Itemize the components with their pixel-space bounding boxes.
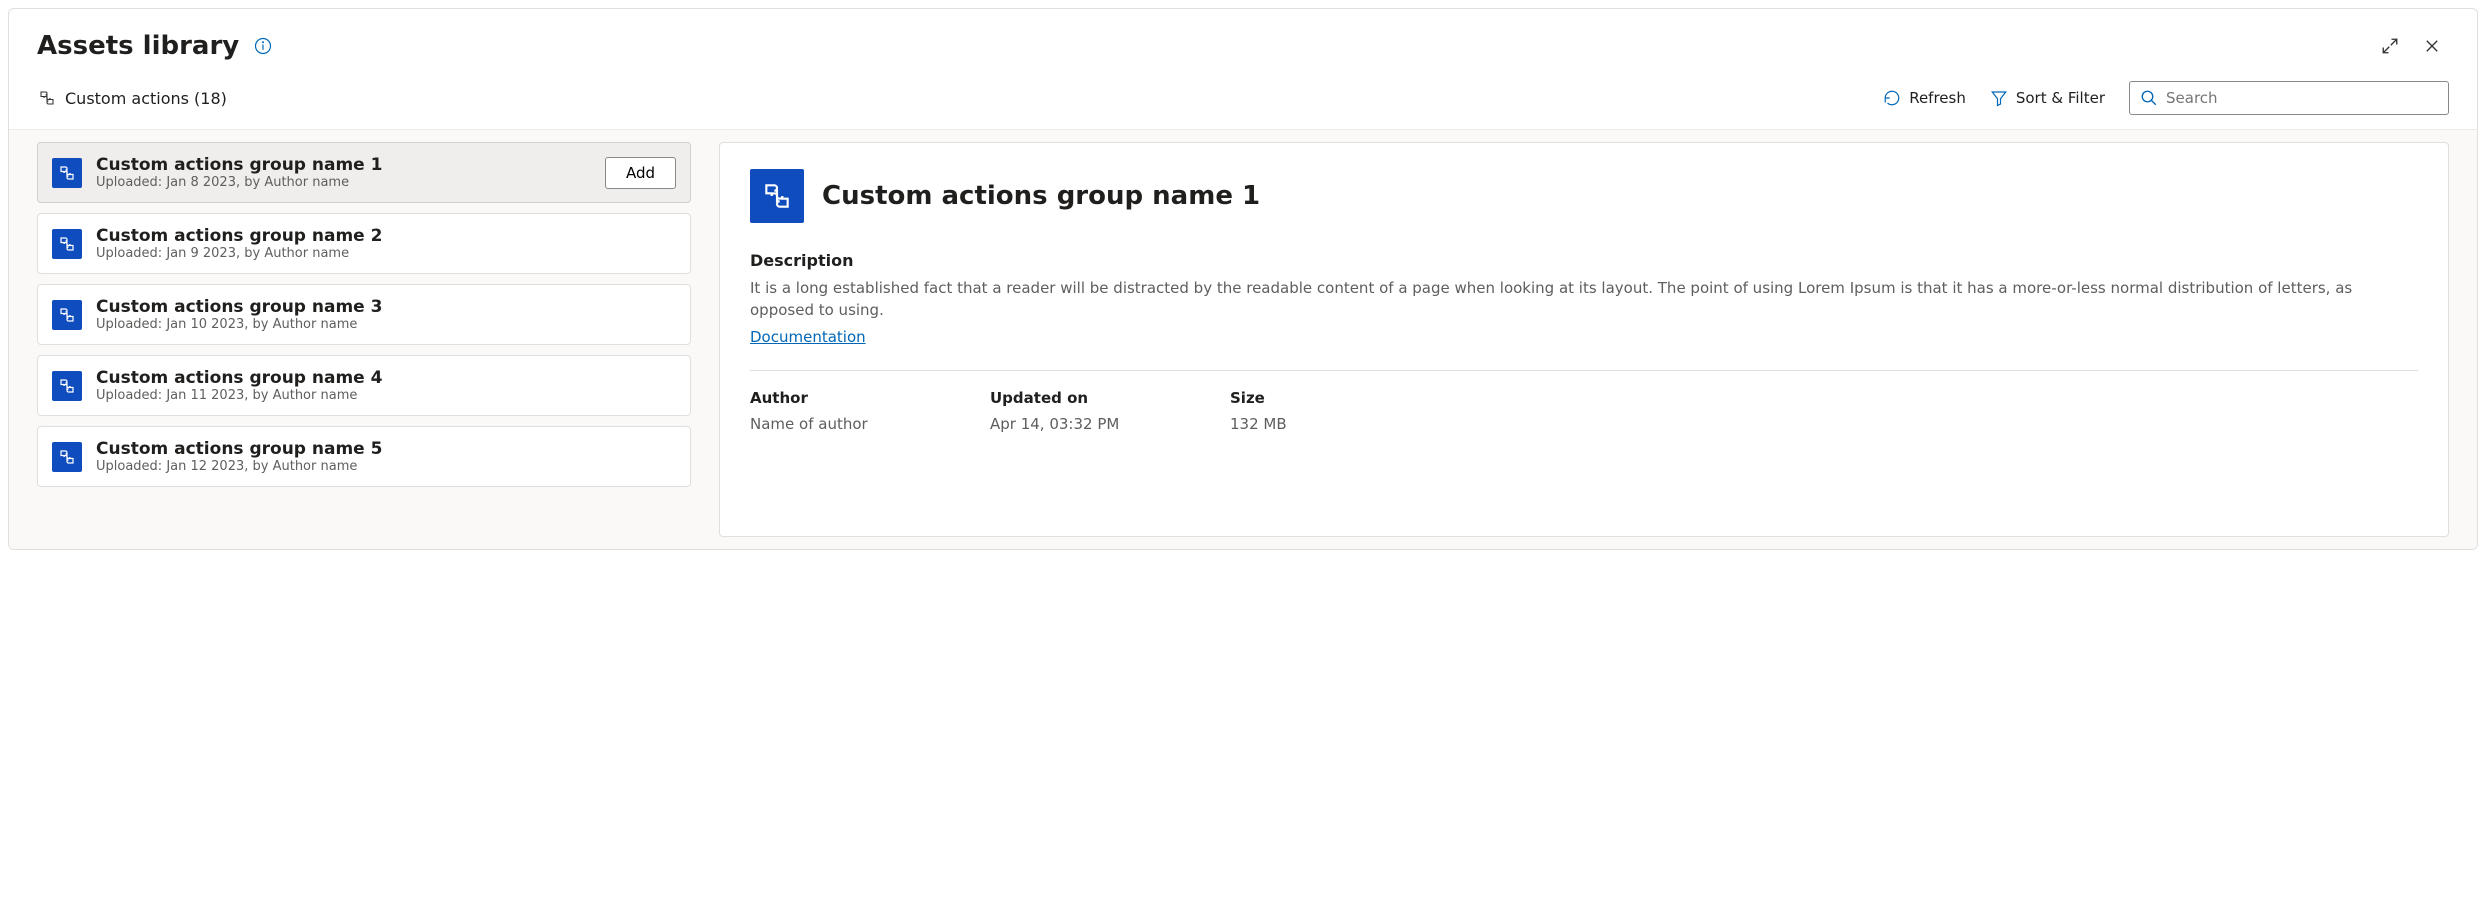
- meta-row: Author Name of author Updated on Apr 14,…: [750, 389, 2418, 433]
- puzzle-icon: [52, 442, 82, 472]
- item-subtitle: Uploaded: Jan 10 2023, by Author name: [96, 317, 676, 332]
- sort-filter-label: Sort & Filter: [2016, 89, 2105, 107]
- item-title: Custom actions group name 4: [96, 368, 676, 388]
- assets-library-panel: Assets library Custom actions (18): [8, 8, 2478, 550]
- puzzle-icon: [52, 371, 82, 401]
- search-box[interactable]: [2129, 81, 2449, 115]
- puzzle-icon: [52, 300, 82, 330]
- divider: [750, 370, 2418, 371]
- tab-label: Custom actions (18): [65, 89, 227, 108]
- list-item[interactable]: Custom actions group name 3Uploaded: Jan…: [37, 284, 691, 345]
- author-label: Author: [750, 389, 930, 407]
- expand-icon[interactable]: [2373, 29, 2407, 63]
- item-subtitle: Uploaded: Jan 11 2023, by Author name: [96, 388, 676, 403]
- detail-title: Custom actions group name 1: [822, 181, 1260, 211]
- sort-filter-button[interactable]: Sort & Filter: [1990, 89, 2105, 107]
- updated-label: Updated on: [990, 389, 1170, 407]
- updated-value: Apr 14, 03:32 PM: [990, 415, 1170, 433]
- description-text: It is a long established fact that a rea…: [750, 278, 2418, 322]
- toolbar: Custom actions (18) Refresh Sort & Filte…: [9, 63, 2477, 129]
- puzzle-icon: [52, 229, 82, 259]
- author-value: Name of author: [750, 415, 930, 433]
- search-icon: [2140, 89, 2158, 107]
- list-item[interactable]: Custom actions group name 2Uploaded: Jan…: [37, 213, 691, 274]
- item-title: Custom actions group name 2: [96, 226, 676, 246]
- puzzle-icon: [37, 88, 57, 108]
- content-area: Custom actions group name 1Uploaded: Jan…: [9, 129, 2477, 549]
- panel-header: Assets library: [9, 9, 2477, 63]
- detail-header: Custom actions group name 1: [750, 169, 2418, 223]
- search-input[interactable]: [2166, 89, 2438, 107]
- info-icon[interactable]: [253, 36, 273, 56]
- item-title: Custom actions group name 1: [96, 155, 591, 175]
- size-value: 132 MB: [1230, 415, 1410, 433]
- close-icon[interactable]: [2415, 29, 2449, 63]
- list-item[interactable]: Custom actions group name 1Uploaded: Jan…: [37, 142, 691, 203]
- documentation-link[interactable]: Documentation: [750, 328, 866, 346]
- size-label: Size: [1230, 389, 1410, 407]
- puzzle-icon: [750, 169, 804, 223]
- filter-icon: [1990, 89, 2008, 107]
- item-subtitle: Uploaded: Jan 12 2023, by Author name: [96, 459, 676, 474]
- page-title: Assets library: [37, 31, 239, 61]
- add-button[interactable]: Add: [605, 157, 676, 189]
- item-subtitle: Uploaded: Jan 8 2023, by Author name: [96, 175, 591, 190]
- tab-custom-actions[interactable]: Custom actions (18): [37, 88, 227, 108]
- detail-panel: Custom actions group name 1 Description …: [719, 142, 2449, 537]
- refresh-label: Refresh: [1909, 89, 1966, 107]
- refresh-icon: [1883, 89, 1901, 107]
- list-column: Custom actions group name 1Uploaded: Jan…: [9, 130, 709, 549]
- description-label: Description: [750, 251, 2418, 270]
- list-item[interactable]: Custom actions group name 4Uploaded: Jan…: [37, 355, 691, 416]
- item-title: Custom actions group name 5: [96, 439, 676, 459]
- item-subtitle: Uploaded: Jan 9 2023, by Author name: [96, 246, 676, 261]
- refresh-button[interactable]: Refresh: [1883, 89, 1966, 107]
- list-item[interactable]: Custom actions group name 5Uploaded: Jan…: [37, 426, 691, 487]
- puzzle-icon: [52, 158, 82, 188]
- item-title: Custom actions group name 3: [96, 297, 676, 317]
